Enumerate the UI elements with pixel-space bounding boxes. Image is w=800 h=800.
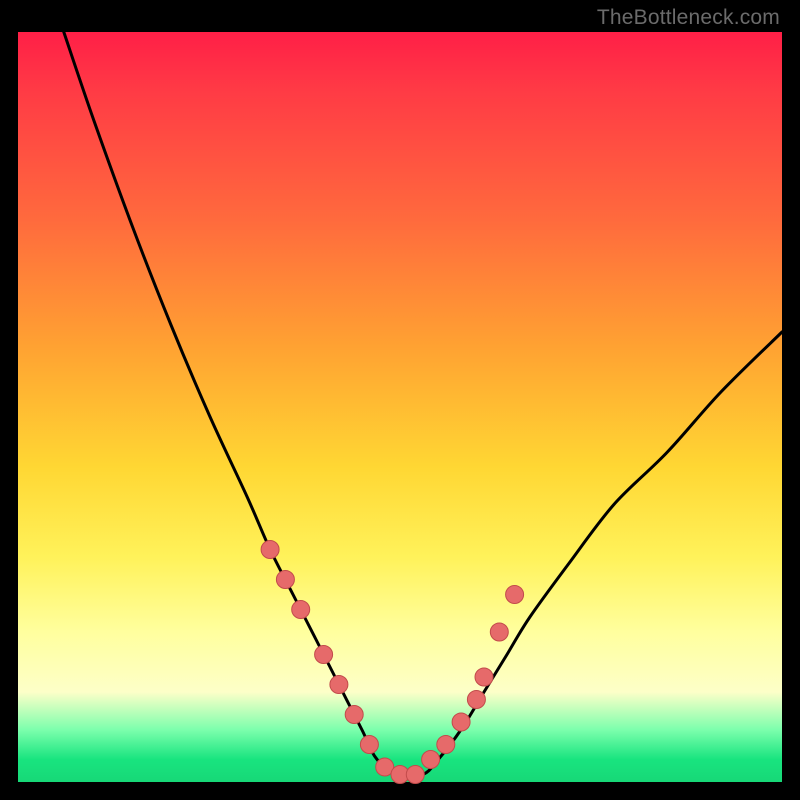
curve-layer bbox=[18, 32, 782, 782]
marker-point bbox=[276, 571, 294, 589]
marker-point bbox=[315, 646, 333, 664]
marker-point bbox=[360, 736, 378, 754]
marker-point bbox=[506, 586, 524, 604]
bottleneck-curve bbox=[64, 32, 782, 776]
marker-point bbox=[345, 706, 363, 724]
marker-point bbox=[261, 541, 279, 559]
marker-point bbox=[406, 766, 424, 784]
marker-point bbox=[467, 691, 485, 709]
marker-point bbox=[475, 668, 493, 686]
marker-point bbox=[292, 601, 310, 619]
marker-point bbox=[422, 751, 440, 769]
marker-point bbox=[437, 736, 455, 754]
chart-frame bbox=[18, 32, 782, 782]
watermark-text: TheBottleneck.com bbox=[597, 6, 780, 30]
marker-point bbox=[330, 676, 348, 694]
highlight-markers bbox=[261, 541, 523, 784]
plot-area bbox=[18, 32, 782, 782]
marker-point bbox=[490, 623, 508, 641]
marker-point bbox=[452, 713, 470, 731]
